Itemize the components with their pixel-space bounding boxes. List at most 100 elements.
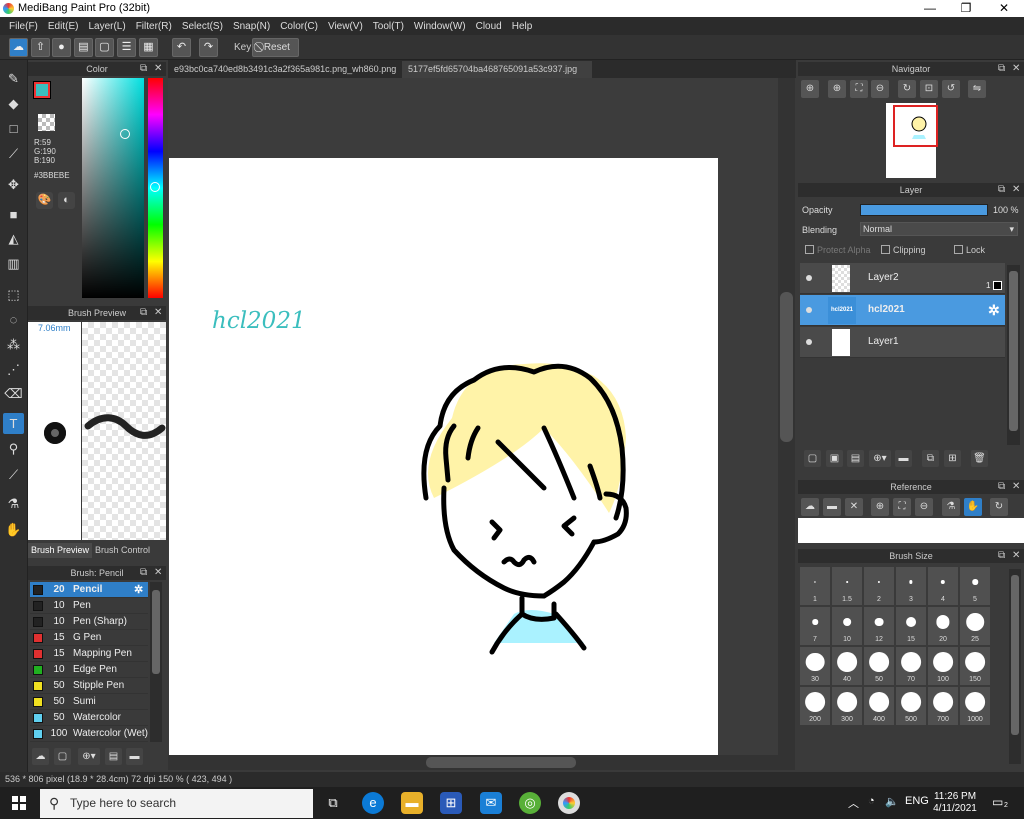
reference-eyedropper-icon[interactable]: ⚗ [942, 498, 960, 516]
opacity-slider[interactable] [860, 204, 988, 216]
brush-size-cell[interactable]: 10 [832, 607, 862, 645]
undock-icon[interactable]: ⧉ [140, 62, 147, 76]
new-brush-icon[interactable]: ▢ [54, 748, 71, 765]
brush-size-cell[interactable]: 200 [800, 687, 830, 725]
color-history-icon[interactable]: ◐ [58, 192, 75, 209]
visibility-icon[interactable] [806, 339, 812, 345]
file-explorer-icon[interactable]: ▬ [401, 792, 423, 814]
merge-layer-icon[interactable]: ⊞ [944, 450, 961, 467]
brush-size-cell[interactable]: 1.5 [832, 567, 862, 605]
gradient-tool-icon[interactable]: ▥ [3, 253, 24, 274]
minimize-button[interactable]: — [912, 0, 948, 17]
undock-icon[interactable]: ⧉ [998, 549, 1005, 563]
store-icon[interactable]: ⊞ [440, 792, 462, 814]
new-1bit-layer-icon[interactable]: ▤ [847, 450, 864, 467]
transparent-swatch[interactable] [38, 114, 55, 131]
menu-cloud[interactable]: Cloud [471, 21, 507, 32]
navigator-view-frame[interactable] [893, 105, 938, 147]
brush-size-cell[interactable]: 12 [864, 607, 894, 645]
brush-list-scroll-thumb[interactable] [152, 590, 160, 674]
brush-row[interactable]: 15 Mapping Pen [30, 646, 148, 662]
brush-row[interactable]: 10 Pen (Sharp) [30, 614, 148, 630]
windows-start-icon[interactable] [12, 796, 26, 810]
text-tool-icon[interactable]: T [3, 413, 24, 434]
upload-icon[interactable]: ⇧ [31, 38, 50, 57]
undock-icon[interactable]: ⧉ [998, 480, 1005, 494]
rotate-reset-icon[interactable]: ↺ [942, 80, 960, 98]
eraser-tool-icon[interactable]: ◆ [3, 93, 24, 114]
menu-file[interactable]: File(F) [4, 21, 43, 32]
brush-row[interactable]: 10 Pen [30, 598, 148, 614]
new-layer-icon[interactable]: ▢ [804, 450, 821, 467]
undock-icon[interactable]: ⧉ [998, 62, 1005, 76]
reference-fit-icon[interactable]: ⛶ [893, 498, 911, 516]
reference-hand-icon[interactable]: ✋ [964, 498, 982, 516]
undo-icon[interactable]: ↶ [172, 38, 191, 57]
edge-browser-icon[interactable]: e [362, 792, 384, 814]
bucket-tool-icon[interactable]: ◭ [3, 228, 24, 249]
close-icon[interactable]: ✕ [154, 62, 162, 76]
gear-icon[interactable]: ✲ [134, 582, 143, 598]
shape-tool-icon[interactable]: □ [3, 118, 24, 139]
reset-button[interactable]: ⃠ Reset [252, 38, 299, 57]
new-halftone-layer-icon[interactable]: ▣ [826, 450, 843, 467]
canvas-vertical-scroll-thumb[interactable] [780, 292, 793, 442]
brush-size-cell[interactable]: 2 [864, 567, 894, 605]
layer-row-layer2[interactable]: Layer2 1 [800, 263, 1005, 294]
reference-close-icon[interactable]: ✕ [845, 498, 863, 516]
magic-wand-tool-icon[interactable]: ⁂ [3, 334, 24, 355]
tab-document-1[interactable]: e93bc0ca740ed8b3491c3a2f365a981c.png_wh8… [168, 61, 402, 78]
language-indicator[interactable]: ENG [905, 795, 929, 807]
brush-size-cell[interactable]: 40 [832, 647, 862, 685]
zoom-out-icon[interactable]: ⊖ [871, 80, 889, 98]
volume-icon[interactable]: 🔈 [885, 795, 899, 808]
color-picker-cursor[interactable] [120, 129, 130, 139]
close-icon[interactable]: ✕ [154, 306, 162, 320]
close-icon[interactable]: ✕ [1012, 549, 1020, 563]
brush-row[interactable]: 15 G Pen [30, 630, 148, 646]
notification-icon[interactable]: ▭ [992, 795, 1003, 809]
brush-size-cell[interactable]: 700 [928, 687, 958, 725]
brush-row[interactable]: 100 Watercolor (Wet) [30, 726, 148, 742]
tab-brush-preview[interactable]: Brush Preview [28, 543, 93, 558]
visibility-icon[interactable] [806, 275, 812, 281]
brush-row[interactable]: 20 Pencil ✲ [30, 582, 148, 598]
line-tool-icon[interactable]: ⟋ [3, 143, 24, 164]
operation-tool-icon[interactable]: ⚲ [3, 438, 24, 459]
select-rect-tool-icon[interactable]: ⬚ [3, 284, 24, 305]
document-icon[interactable]: ▢ [95, 38, 114, 57]
brush-size-cell[interactable]: 100 [928, 647, 958, 685]
app-green-icon[interactable]: ◎ [519, 792, 541, 814]
menu-filter[interactable]: Filter(R) [131, 21, 177, 32]
clipping-checkbox[interactable]: Clipping [881, 245, 926, 255]
menu-layer[interactable]: Layer(L) [83, 21, 130, 32]
close-button[interactable]: ✕ [986, 0, 1022, 17]
undock-icon[interactable]: ⧉ [140, 566, 147, 580]
eyedropper-tool-icon[interactable]: ⚗ [3, 493, 24, 514]
grid-icon[interactable]: ▦ [139, 38, 158, 57]
redo-icon[interactable]: ↷ [199, 38, 218, 57]
fit-icon[interactable]: ⛶ [850, 80, 868, 98]
brush-row[interactable]: 50 Watercolor [30, 710, 148, 726]
layer-row-layer1[interactable]: Layer1 [800, 327, 1005, 358]
layer-scroll-thumb[interactable] [1009, 271, 1018, 431]
list-icon[interactable]: ☰ [117, 38, 136, 57]
reference-open-icon[interactable]: ▬ [823, 498, 841, 516]
canvas-area[interactable]: hcl2021 [168, 78, 778, 755]
brush-row[interactable]: 10 Edge Pen [30, 662, 148, 678]
taskbar-search-box[interactable]: ⚲ Type here to search [40, 789, 313, 818]
reference-view[interactable] [798, 518, 1024, 543]
close-icon[interactable]: ✕ [1012, 183, 1020, 197]
brush-tool-icon[interactable]: ✎ [3, 68, 24, 89]
layer-folder-icon[interactable]: ▬ [895, 450, 912, 467]
close-icon[interactable]: ✕ [154, 566, 162, 580]
menu-color[interactable]: Color(C) [275, 21, 323, 32]
close-icon[interactable]: ✕ [1012, 62, 1020, 76]
select-eraser-tool-icon[interactable]: ⌫ [3, 383, 24, 404]
tab-document-2[interactable]: 5177ef5fd65704ba468765091a53c937.jpg [402, 61, 592, 78]
reference-cloud-icon[interactable]: ☁ [801, 498, 819, 516]
lock-checkbox[interactable]: Lock [954, 245, 985, 255]
gear-icon[interactable]: ✲ [988, 302, 1000, 319]
reference-zoom-in-icon[interactable]: ⊕ [871, 498, 889, 516]
brush-size-cell[interactable]: 300 [832, 687, 862, 725]
